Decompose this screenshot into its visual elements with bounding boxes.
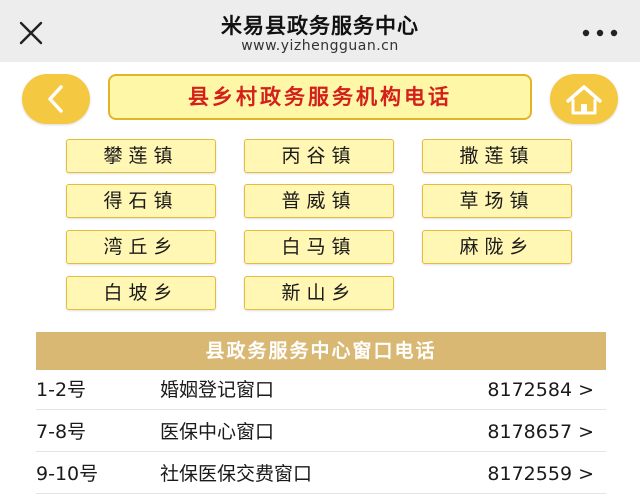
town-button-salian[interactable]: 撒莲镇 [422,139,572,173]
window-phone[interactable]: 8172559 > [487,454,594,494]
back-button[interactable] [22,74,90,124]
window-number: 7-8号 [36,421,87,443]
more-icon[interactable] [580,20,620,46]
window-number: 9-10号 [36,463,99,485]
town-button-caochang[interactable]: 草场镇 [422,184,572,218]
page-banner: 县乡村政务服务机构电话 [108,74,532,120]
window-number: 1-2号 [36,379,87,401]
window-name: 婚姻登记窗口 [160,379,275,401]
town-button-baima[interactable]: 白马镇 [244,230,394,264]
home-icon [566,85,602,115]
town-button-puwei[interactable]: 普威镇 [244,184,394,218]
town-button-baipo[interactable]: 白坡乡 [66,276,216,310]
phone-row[interactable]: 1-2号 婚姻登记窗口 8172584 > [36,370,606,410]
town-button-binggu[interactable]: 丙谷镇 [244,139,394,173]
chevron-left-icon [48,85,63,113]
window-phone[interactable]: 8178657 > [487,412,594,452]
town-button-deshi[interactable]: 得石镇 [66,184,216,218]
town-button-xinshan[interactable]: 新山乡 [244,276,394,310]
section-header: 县政务服务中心窗口电话 [36,332,606,370]
phone-row[interactable]: 9-10号 社保医保交费窗口 8172559 > [36,454,606,494]
app-title: 米易县政务服务中心 [221,14,419,38]
title-bar: 米易县政务服务中心 www.yizhengguan.cn [0,0,640,62]
phone-row[interactable]: 7-8号 医保中心窗口 8178657 > [36,412,606,452]
window-phone[interactable]: 8172584 > [487,370,594,410]
town-button-panlian[interactable]: 攀莲镇 [66,139,216,173]
app-url: www.yizhengguan.cn [241,38,399,54]
town-button-wanqiu[interactable]: 湾丘乡 [66,230,216,264]
town-button-malong[interactable]: 麻陇乡 [422,230,572,264]
home-button[interactable] [550,74,618,124]
window-name: 医保中心窗口 [160,421,275,443]
window-name: 社保医保交费窗口 [160,463,313,485]
